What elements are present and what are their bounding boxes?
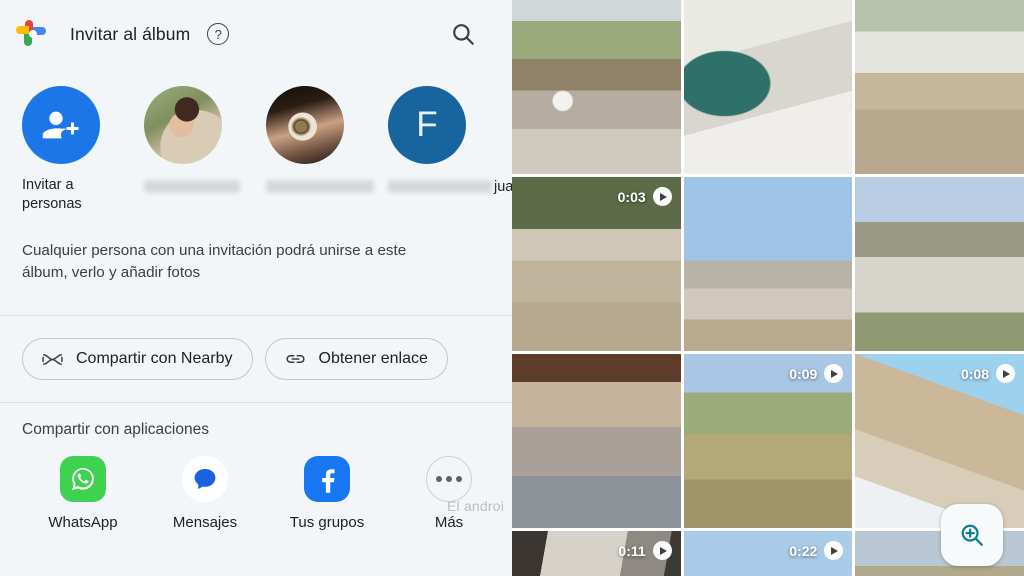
photo-thumbnail xyxy=(855,0,1024,174)
app-facebook-groups[interactable]: Tus grupos xyxy=(266,455,388,531)
apps-row: WhatsApp Mensajes Tus grupos Más xyxy=(0,439,512,531)
messages-icon xyxy=(182,456,228,502)
video-duration: 0:11 xyxy=(618,542,646,559)
invite-people-button[interactable]: Invitar a personas xyxy=(22,86,144,214)
grid-item[interactable]: 0:11 xyxy=(512,531,681,576)
share-actions-row: Compartir con Nearby Obtener enlace xyxy=(0,316,512,380)
photo-thumbnail xyxy=(512,354,681,528)
photo-thumbnail xyxy=(512,0,681,174)
grid-item[interactable]: 0:09 xyxy=(683,354,853,528)
invite-label-line1: Invitar a xyxy=(22,177,74,193)
search-icon[interactable] xyxy=(450,21,476,47)
get-link-button[interactable]: Obtener enlace xyxy=(264,338,448,380)
help-circle-icon[interactable]: ? xyxy=(207,23,230,45)
apps-section-title: Compartir con aplicaciones xyxy=(22,421,209,438)
video-badge: 0:22 xyxy=(789,541,844,560)
grid-item[interactable] xyxy=(512,0,681,174)
share-description: Cualquier persona con una invitación pod… xyxy=(22,242,407,281)
grid-item[interactable] xyxy=(683,0,853,174)
avatar xyxy=(266,86,344,164)
member-name-2 xyxy=(266,180,374,193)
invite-label-line2: personas xyxy=(22,196,82,212)
video-duration: 0:03 xyxy=(617,188,646,205)
app-whatsapp[interactable]: WhatsApp xyxy=(22,455,144,531)
member-avatar-2[interactable] xyxy=(266,86,388,193)
video-badge: 0:03 xyxy=(618,187,672,206)
play-icon xyxy=(652,187,672,206)
share-sheet-panel: Invitar al álbum ? Invitar a personas F … xyxy=(0,0,512,576)
link-icon xyxy=(285,354,305,364)
whatsapp-icon xyxy=(60,456,106,502)
app-label: WhatsApp xyxy=(48,514,118,531)
people-row: Invitar a personas F jua xyxy=(0,68,512,214)
share-nearby-button[interactable]: Compartir con Nearby xyxy=(22,338,253,380)
more-dots-icon xyxy=(426,456,472,502)
person-add-icon xyxy=(22,86,100,164)
screen-root: Invitar al álbum ? Invitar a personas F … xyxy=(0,0,1024,576)
watermark-text: El androi xyxy=(447,498,505,514)
photo-grid: 0:03 0:09 0:08 0:11 0:22 xyxy=(512,0,1024,576)
grid-item[interactable] xyxy=(512,354,681,528)
video-badge: 0:09 xyxy=(789,364,844,383)
zoom-in-fab-button[interactable] xyxy=(941,504,1003,566)
nearby-share-icon xyxy=(42,353,63,365)
play-icon xyxy=(996,364,1015,383)
play-icon xyxy=(824,541,844,560)
google-photos-logo-icon xyxy=(16,19,48,49)
app-label: Tus grupos xyxy=(289,514,365,531)
video-duration: 0:09 xyxy=(789,365,818,382)
photo-thumbnail xyxy=(683,177,853,351)
share-nearby-label: Compartir con Nearby xyxy=(76,350,233,367)
app-label: Mensajes xyxy=(172,514,238,531)
app-label: Más xyxy=(434,514,464,531)
app-more[interactable]: Más xyxy=(388,455,510,531)
play-icon xyxy=(824,364,844,383)
facebook-icon xyxy=(304,456,350,502)
grid-item[interactable] xyxy=(855,0,1024,174)
video-duration: 0:08 xyxy=(960,365,989,382)
play-icon xyxy=(652,541,672,560)
grid-item[interactable]: 0:03 xyxy=(512,177,681,351)
get-link-label: Obtener enlace xyxy=(318,350,428,367)
grid-item[interactable]: 0:22 xyxy=(683,531,853,576)
avatar-letter: F xyxy=(388,86,466,164)
photo-thumbnail xyxy=(855,177,1024,351)
page-title: Invitar al álbum xyxy=(70,23,191,44)
grid-item[interactable] xyxy=(855,177,1024,351)
grid-item[interactable] xyxy=(683,177,853,351)
member-name-3 xyxy=(388,180,492,193)
photo-thumbnail xyxy=(683,0,853,174)
member-avatar-3[interactable]: F xyxy=(388,86,510,193)
member-name-1 xyxy=(144,180,240,193)
zoom-in-icon xyxy=(961,524,983,546)
app-messages[interactable]: Mensajes xyxy=(144,455,266,531)
grid-item[interactable]: 0:08 xyxy=(855,354,1024,528)
avatar xyxy=(144,86,222,164)
member-avatar-1[interactable] xyxy=(144,86,266,193)
video-badge: 0:11 xyxy=(618,541,672,560)
video-badge: 0:08 xyxy=(961,364,1015,383)
app-header: Invitar al álbum ? xyxy=(0,0,512,68)
video-duration: 0:22 xyxy=(789,542,818,559)
member-name-overflow: jua xyxy=(494,179,512,195)
